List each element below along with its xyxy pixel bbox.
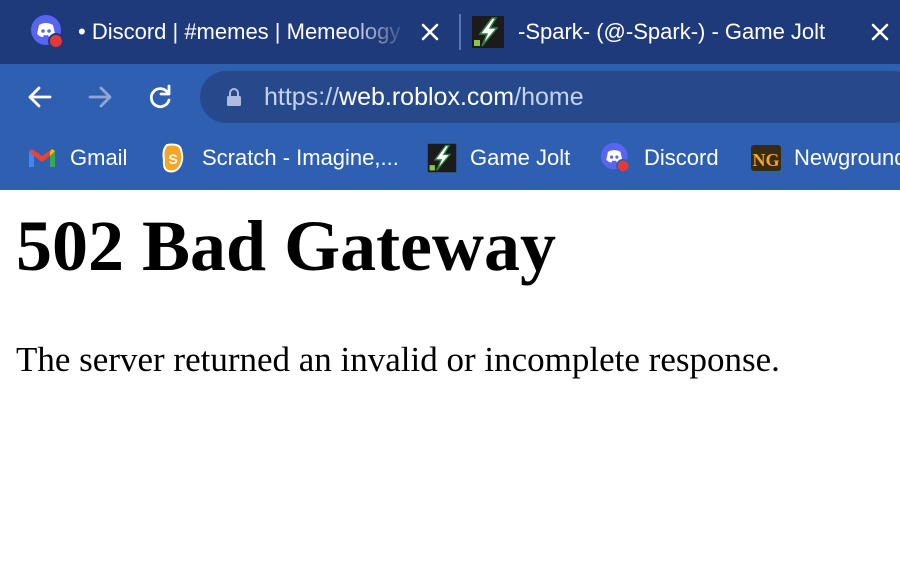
gamejolt-icon — [472, 16, 504, 48]
tab-strip: • Discord | #memes | Memeology -Spark- (… — [0, 0, 900, 64]
tab-discord[interactable]: • Discord | #memes | Memeology — [30, 0, 450, 64]
tab-gamejolt[interactable]: -Spark- (@-Spark-) - Game Jolt — [470, 0, 900, 64]
arrow-left-icon — [28, 86, 52, 108]
url-text[interactable]: https://web.roblox.com/home — [264, 83, 584, 112]
arrow-right-icon — [88, 86, 112, 108]
bookmark-label: Game Jolt — [470, 145, 571, 170]
bookmark-gamejolt[interactable]: Game Jolt — [426, 130, 570, 186]
browser-toolbar: https://web.roblox.com/home — [0, 64, 900, 130]
gamejolt-icon — [427, 143, 457, 173]
lock-icon[interactable] — [224, 84, 244, 110]
error-message: The server returned an invalid or incomp… — [16, 340, 780, 379]
error-heading: 502 Bad Gateway — [16, 206, 556, 286]
scratch-icon: S — [162, 143, 184, 173]
reload-button[interactable] — [140, 77, 180, 117]
newgrounds-icon: NG — [751, 145, 781, 171]
bookmark-discord[interactable]: Discord — [600, 130, 719, 186]
bookmark-scratch[interactable]: S Scratch - Imagine,... — [158, 130, 399, 186]
close-tab-button[interactable] — [860, 12, 900, 52]
svg-text:S: S — [168, 151, 177, 167]
discord-icon — [600, 142, 631, 174]
close-icon — [421, 23, 439, 41]
gmail-icon — [29, 149, 55, 167]
forward-button[interactable] — [80, 77, 120, 117]
url-path: /home — [514, 82, 584, 111]
bookmark-label: Scratch - Imagine,... — [202, 145, 399, 170]
discord-icon — [31, 15, 64, 49]
address-bar[interactable]: https://web.roblox.com/home — [200, 71, 900, 123]
bookmark-label: Gmail — [70, 145, 128, 170]
tab-divider — [459, 14, 461, 50]
close-icon — [871, 23, 889, 41]
url-scheme: https:// — [264, 82, 340, 111]
tab-title: -Spark- (@-Spark-) - Game Jolt — [518, 19, 826, 44]
page-content: 502 Bad Gateway The server returned an i… — [0, 190, 900, 584]
back-button[interactable] — [20, 77, 60, 117]
bookmarks-bar: Gmail S Scratch - Imagine,... Game Jolt … — [0, 130, 900, 190]
svg-text:NG: NG — [753, 150, 780, 170]
bookmark-newgrounds[interactable]: NG Newgrounds — [750, 130, 900, 186]
bookmark-label: Discord — [644, 145, 719, 170]
tab-title: • Discord | #memes | Memeology — [78, 19, 401, 44]
reload-icon — [149, 84, 171, 109]
close-tab-button[interactable] — [410, 12, 450, 52]
bookmark-label: Newgrounds — [794, 145, 900, 170]
url-host: web.roblox.com — [339, 82, 515, 111]
bookmark-gmail[interactable]: Gmail — [26, 130, 127, 186]
